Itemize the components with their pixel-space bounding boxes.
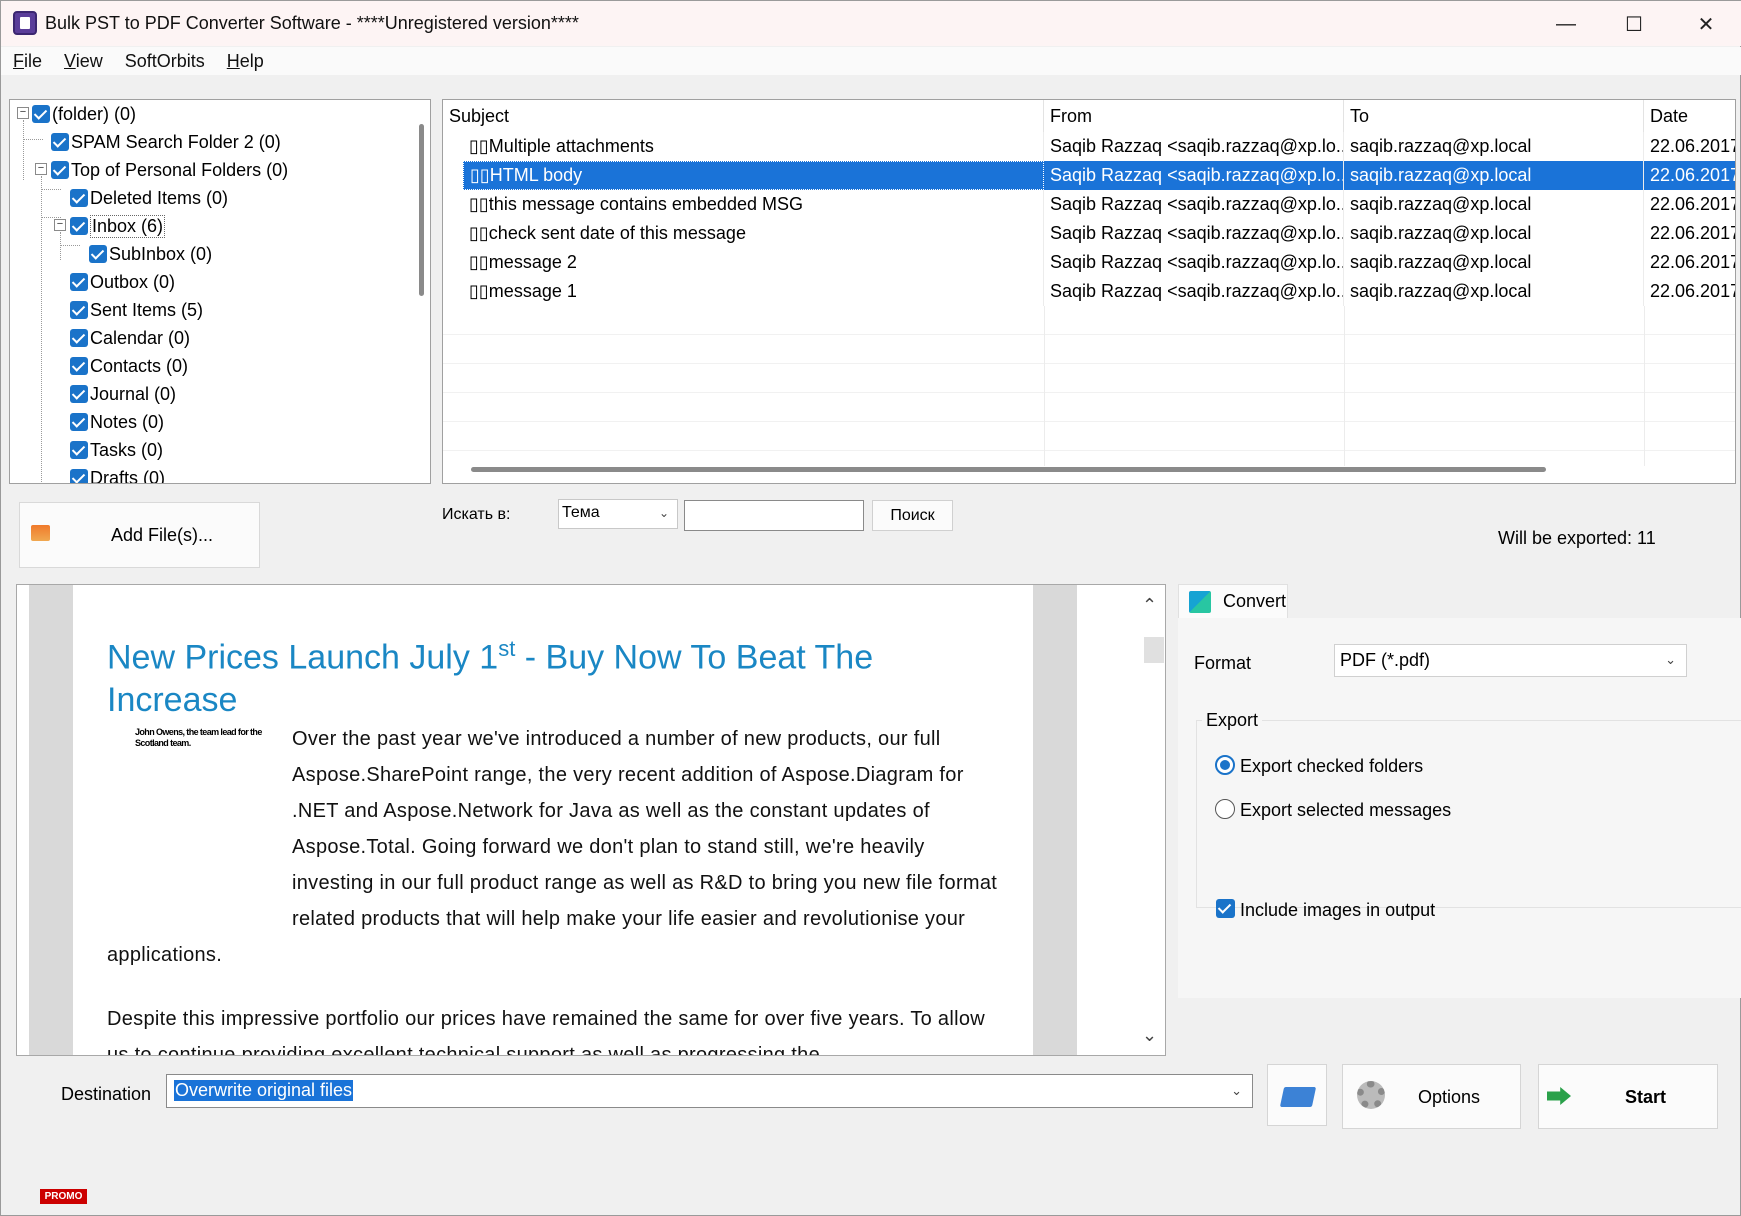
- checkbox-icon[interactable]: [70, 217, 88, 235]
- title-bar: Bulk PST to PDF Converter Software - ***…: [1, 1, 1741, 46]
- checkbox-icon[interactable]: [70, 385, 88, 403]
- collapse-icon[interactable]: −: [54, 219, 66, 231]
- start-arrow-icon: [1547, 1087, 1571, 1105]
- tree-item[interactable]: (folder) (0): [32, 101, 136, 127]
- tree-item[interactable]: Sent Items (5): [70, 297, 203, 323]
- menu-bar: File View SoftOrbits Help: [1, 47, 1741, 75]
- checkbox-icon[interactable]: [70, 189, 88, 207]
- tree-item[interactable]: Outbox (0): [70, 269, 175, 295]
- tree-item[interactable]: Journal (0): [70, 381, 176, 407]
- menu-softorbits[interactable]: SoftOrbits: [125, 51, 205, 72]
- menu-view[interactable]: View: [64, 51, 103, 72]
- window-title: Bulk PST to PDF Converter Software - ***…: [45, 13, 579, 33]
- vertical-scrollbar-thumb[interactable]: [1144, 637, 1164, 663]
- collapse-icon[interactable]: −: [35, 163, 47, 175]
- tree-item[interactable]: Notes (0): [70, 409, 164, 435]
- chevron-down-icon: ⌄: [1231, 1083, 1242, 1098]
- browse-folder-button[interactable]: [1267, 1064, 1327, 1126]
- checkbox-icon[interactable]: [51, 133, 69, 151]
- column-header-subject[interactable]: Subject: [443, 100, 1044, 132]
- folder-tree[interactable]: − − − (folder) (0) SPAM Search Folder 2 …: [9, 99, 431, 484]
- tree-item[interactable]: Contacts (0): [70, 353, 188, 379]
- convert-icon: [1189, 590, 1211, 613]
- tree-scrollbar[interactable]: [419, 124, 424, 296]
- export-count: Will be exported: 11: [1498, 528, 1656, 548]
- message-list[interactable]: Subject From To Date ▯▯Multiple attachme…: [442, 99, 1736, 484]
- export-label: Export: [1202, 710, 1263, 731]
- convert-panel: Format PDF (*.pdf) ⌄ Export Export check…: [1178, 618, 1741, 998]
- preview-body: Over the past year we've introduced a nu…: [107, 728, 998, 1056]
- tree-item[interactable]: Drafts (0): [70, 465, 165, 483]
- collapse-icon[interactable]: −: [17, 107, 29, 119]
- column-header-date[interactable]: Date: [1644, 100, 1735, 132]
- tree-item[interactable]: Tasks (0): [70, 437, 163, 463]
- maximize-button[interactable]: ☐: [1604, 7, 1664, 41]
- checkbox-icon[interactable]: [89, 245, 107, 263]
- export-selected-radio[interactable]: [1215, 799, 1235, 819]
- minimize-button[interactable]: —: [1536, 7, 1596, 41]
- chevron-down-icon: ⌄: [658, 506, 669, 520]
- table-row[interactable]: ▯▯message 2 Saqib Razzaq <saqib.razzaq@x…: [443, 248, 1735, 277]
- table-row[interactable]: ▯▯this message contains embedded MSG Saq…: [443, 190, 1735, 219]
- format-label: Format: [1194, 653, 1252, 673]
- include-images-label[interactable]: Include images in output: [1240, 900, 1435, 921]
- tree-item[interactable]: Top of Personal Folders (0): [51, 157, 288, 183]
- search-in-label: Искать в:: [442, 506, 511, 523]
- search-field-select[interactable]: Тема ⌄: [558, 499, 678, 529]
- app-window: Bulk PST to PDF Converter Software - ***…: [0, 0, 1741, 1216]
- tree-item[interactable]: Calendar (0): [70, 325, 190, 351]
- format-select[interactable]: PDF (*.pdf) ⌄: [1334, 644, 1687, 677]
- folder-open-icon: [1279, 1087, 1317, 1107]
- checkbox-icon[interactable]: [70, 301, 88, 319]
- add-files-button[interactable]: Add File(s)...: [19, 502, 260, 568]
- horizontal-scrollbar[interactable]: [471, 467, 1546, 472]
- checkbox-icon[interactable]: [70, 413, 88, 431]
- export-checked-radio[interactable]: [1215, 755, 1235, 775]
- tree-item[interactable]: SubInbox (0): [89, 241, 212, 267]
- add-file-icon: [31, 525, 50, 541]
- message-preview[interactable]: New Prices Launch July 1st - Buy Now To …: [16, 584, 1166, 1056]
- tree-item[interactable]: Deleted Items (0): [70, 185, 228, 211]
- table-row[interactable]: ▯▯Multiple attachments Saqib Razzaq <saq…: [443, 132, 1735, 161]
- destination-combo[interactable]: Overwrite original files ⌄: [166, 1074, 1253, 1108]
- preview-page: New Prices Launch July 1st - Buy Now To …: [73, 585, 1033, 1056]
- export-checked-label[interactable]: Export checked folders: [1240, 756, 1423, 777]
- table-row[interactable]: ▯▯message 1 Saqib Razzaq <saqib.razzaq@x…: [443, 277, 1735, 306]
- tab-convert[interactable]: Convert: [1178, 584, 1288, 618]
- tree-item[interactable]: Inbox (6): [70, 213, 166, 239]
- checkbox-icon[interactable]: [70, 469, 88, 483]
- app-logo-icon: [13, 11, 37, 35]
- include-images-checkbox[interactable]: [1216, 899, 1235, 918]
- menu-file[interactable]: File: [13, 51, 42, 72]
- checkbox-icon[interactable]: [70, 273, 88, 291]
- column-header-to[interactable]: To: [1344, 100, 1644, 132]
- destination-label: Destination: [61, 1084, 152, 1104]
- checkbox-icon[interactable]: [32, 105, 50, 123]
- preview-heading: New Prices Launch July 1st - Buy Now To …: [107, 636, 874, 720]
- checkbox-icon[interactable]: [70, 441, 88, 459]
- checkbox-icon[interactable]: [70, 357, 88, 375]
- scroll-down-icon[interactable]: ⌄: [1142, 1025, 1157, 1046]
- scroll-up-icon[interactable]: ⌃: [1142, 595, 1157, 616]
- tree-item[interactable]: SPAM Search Folder 2 (0): [51, 129, 281, 155]
- search-input[interactable]: [684, 500, 864, 531]
- export-selected-label[interactable]: Export selected messages: [1240, 800, 1451, 821]
- chevron-down-icon: ⌄: [1665, 652, 1676, 667]
- close-button[interactable]: ✕: [1676, 7, 1736, 41]
- promo-badge: PROMO: [40, 1189, 87, 1204]
- checkbox-icon[interactable]: [70, 329, 88, 347]
- options-button[interactable]: Options: [1342, 1064, 1521, 1129]
- checkbox-icon[interactable]: [51, 161, 69, 179]
- menu-help[interactable]: Help: [227, 51, 264, 72]
- table-row[interactable]: ▯▯check sent date of this message Saqib …: [443, 219, 1735, 248]
- start-button[interactable]: Start: [1538, 1064, 1718, 1129]
- search-button[interactable]: Поиск: [872, 500, 953, 531]
- gear-icon: [1357, 1081, 1385, 1109]
- column-header-from[interactable]: From: [1044, 100, 1344, 132]
- table-row-selected[interactable]: ▯▯HTML body Saqib Razzaq <saqib.razzaq@x…: [443, 161, 1735, 190]
